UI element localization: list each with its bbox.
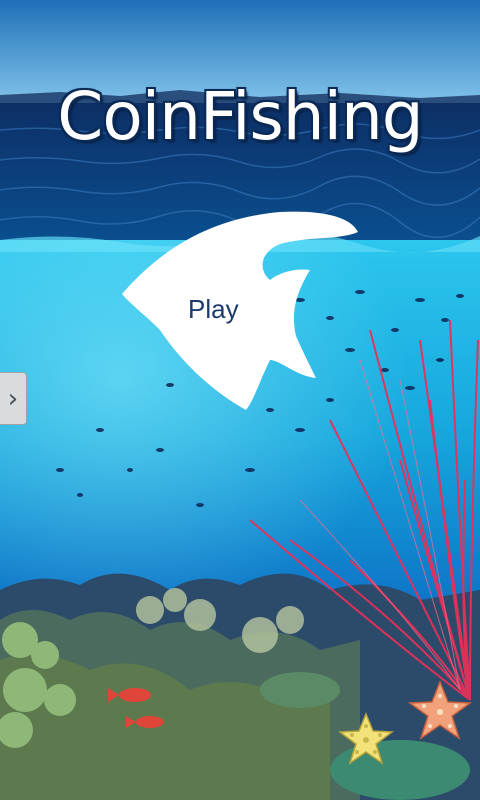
fish-shape-icon (122, 211, 358, 410)
chevron-right-icon: › (7, 383, 19, 414)
play-label: Play (188, 294, 239, 324)
game-title: CoinFishing (57, 78, 423, 155)
play-button[interactable]: Play (120, 210, 365, 415)
side-drawer-tab[interactable]: › (0, 372, 27, 425)
